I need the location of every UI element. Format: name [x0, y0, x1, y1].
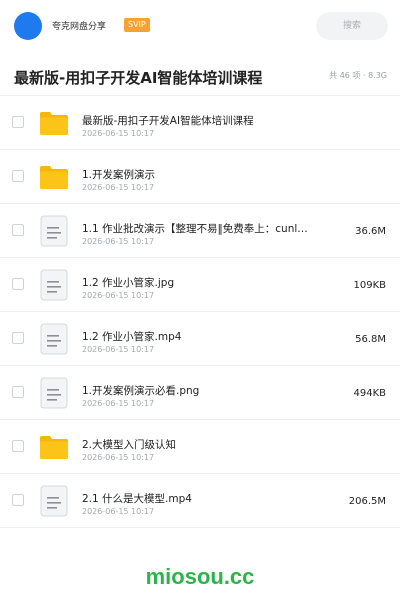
file-row[interactable]: 1.2 作业小管家.mp4 2026-06-15 10:17 56.8M [0, 312, 400, 366]
file-size: 56.8M [355, 334, 386, 345]
file-date: 2026-06-15 10:17 [82, 453, 155, 462]
file-icon [38, 215, 70, 247]
file-date: 2026-06-15 10:17 [82, 183, 155, 192]
file-date: 2026-06-15 10:17 [82, 237, 155, 246]
page-title: 最新版-用扣子开发AI智能体培训课程 [14, 69, 263, 87]
file-list: 最新版-用扣子开发AI智能体培训课程 2026-06-15 10:17 1.开发案例… [0, 96, 400, 528]
folder-icon [38, 107, 70, 139]
file-icon [38, 485, 70, 517]
file-size: 36.6M [355, 226, 386, 237]
file-date: 2026-06-15 10:17 [82, 291, 155, 300]
file-row[interactable]: 1.1 作业批改演示【整理不易‖免费奉上：cunl… 2026-06-15 10:… [0, 204, 400, 258]
folder-row[interactable]: 2.大模型入门级认知 2026-06-15 10:17 [0, 420, 400, 474]
folder-row[interactable]: 1.开发案例演示 2026-06-15 10:17 [0, 150, 400, 204]
app-header: 夸克网盘分享 SVIP 搜索 [0, 0, 400, 52]
file-name[interactable]: 1.开发案例演示必看.png [82, 383, 199, 398]
file-date: 2026-06-15 10:17 [82, 507, 155, 516]
file-size: 494KB [353, 388, 386, 399]
file-row[interactable]: 2.1 什么是大模型.mp4 2026-06-15 10:17 206.5M [0, 474, 400, 528]
file-date: 2026-06-15 10:17 [82, 399, 155, 408]
file-row[interactable]: 1.开发案例演示必看.png 2026-06-15 10:17 494KB [0, 366, 400, 420]
row-checkbox[interactable] [12, 116, 24, 128]
file-name[interactable]: 1.1 作业批改演示【整理不易‖免费奉上：cunl… [82, 221, 308, 236]
file-date: 2026-06-15 10:17 [82, 345, 155, 354]
row-checkbox[interactable] [12, 332, 24, 344]
row-checkbox[interactable] [12, 386, 24, 398]
file-name[interactable]: 2.1 什么是大模型.mp4 [82, 491, 192, 506]
svip-badge: SVIP [124, 18, 150, 32]
share-meta: 共 46 项 · 8.3G [329, 71, 387, 80]
folder-icon [38, 431, 70, 463]
search-button[interactable]: 搜索 [316, 12, 388, 40]
row-checkbox[interactable] [12, 278, 24, 290]
file-name[interactable]: 1.2 作业小管家.mp4 [82, 329, 181, 344]
file-icon [38, 377, 70, 409]
brand-watermark: miosou.cc [145, 564, 255, 589]
file-size: 109KB [353, 280, 386, 291]
row-checkbox[interactable] [12, 170, 24, 182]
file-row[interactable]: 1.2 作业小管家.jpg 2026-06-15 10:17 109KB [0, 258, 400, 312]
folder-row[interactable]: 最新版-用扣子开发AI智能体培训课程 2026-06-15 10:17 [0, 96, 400, 150]
row-checkbox[interactable] [12, 494, 24, 506]
file-name[interactable]: 最新版-用扣子开发AI智能体培训课程 [82, 113, 254, 128]
file-name[interactable]: 1.2 作业小管家.jpg [82, 275, 174, 290]
file-date: 2026-06-15 10:17 [82, 129, 155, 138]
file-name[interactable]: 2.大模型入门级认知 [82, 437, 176, 452]
file-name[interactable]: 1.开发案例演示 [82, 167, 155, 182]
avatar[interactable] [14, 12, 42, 40]
file-icon [38, 323, 70, 355]
file-icon [38, 269, 70, 301]
app-name: 夸克网盘分享 [52, 22, 107, 32]
folder-icon [38, 161, 70, 193]
row-checkbox[interactable] [12, 440, 24, 452]
row-checkbox[interactable] [12, 224, 24, 236]
file-size: 206.5M [348, 496, 386, 507]
share-title-bar: 最新版-用扣子开发AI智能体培训课程 共 46 项 · 8.3G [0, 52, 400, 96]
